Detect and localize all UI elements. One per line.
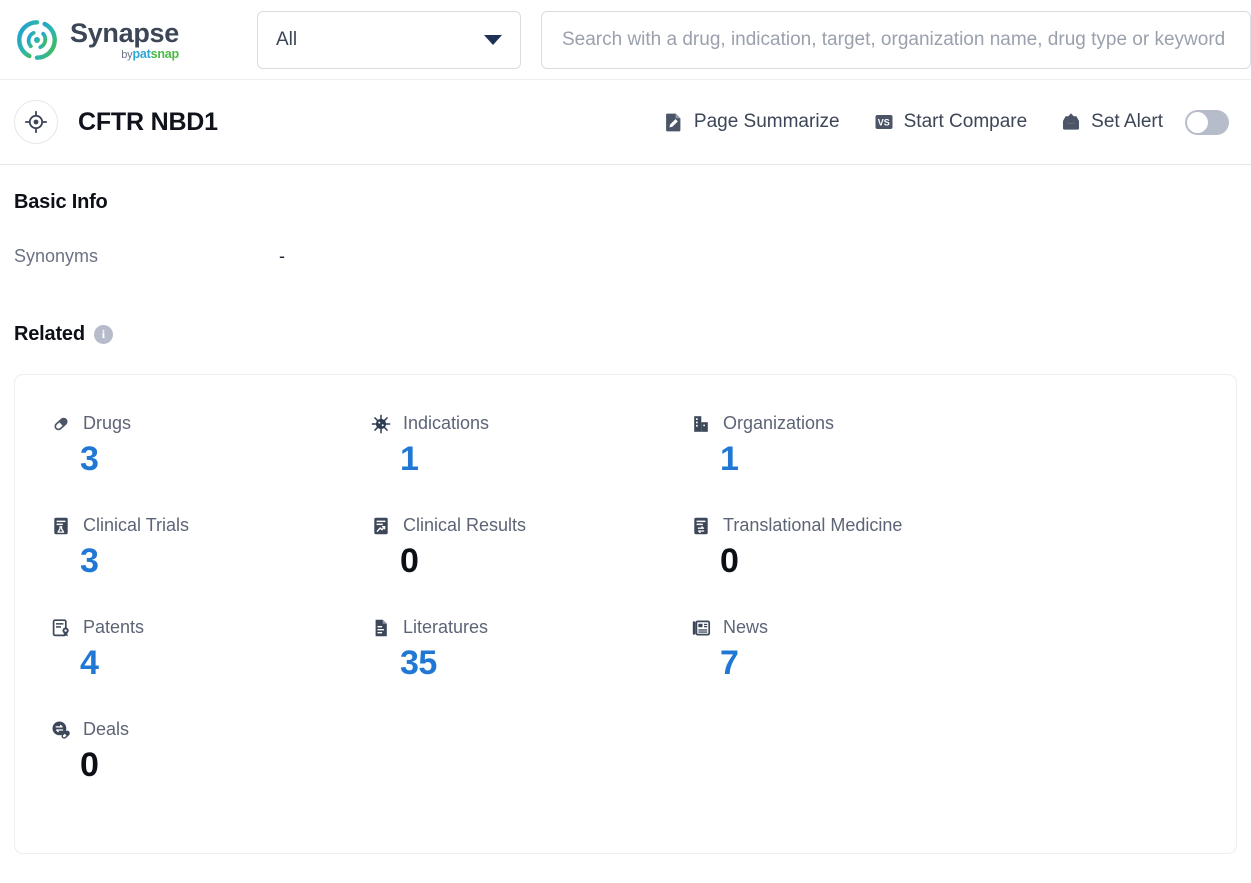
synonyms-label: Synonyms — [14, 246, 99, 266]
related-stats-grid: Drugs 3 Indications 1 Organizations 1 Cl… — [51, 413, 1236, 821]
entity-header: CFTR NBD1 Page Summarize VS Start Compar… — [0, 80, 1251, 165]
clipboard-exchange-icon — [691, 516, 711, 536]
set-alert-toggle-group[interactable]: Set Alert — [1061, 109, 1229, 135]
info-icon[interactable]: i — [93, 325, 113, 344]
stat-deals-head: Deals — [51, 719, 371, 740]
stat-patents[interactable]: Patents 4 — [51, 617, 371, 719]
stat-indications-head: Indications — [371, 413, 691, 434]
stat-translational-medicine[interactable]: Translational Medicine 0 — [691, 515, 1236, 617]
stat-clinical-trials-label: Clinical Trials — [83, 515, 190, 535]
literature-doc-icon — [371, 618, 391, 638]
stat-news-head: News — [691, 617, 1236, 638]
related-title-text: Related — [14, 323, 85, 345]
news-paper-icon — [691, 618, 711, 638]
stat-drugs-value: 3 — [80, 440, 99, 478]
stat-drugs[interactable]: Drugs 3 — [51, 413, 371, 515]
building-icon — [691, 414, 711, 434]
toggle-knob — [1187, 111, 1208, 133]
stat-clinical-trials-value: 3 — [80, 542, 99, 580]
stat-indications[interactable]: Indications 1 — [371, 413, 691, 515]
stat-literatures-label: Literatures — [403, 617, 489, 637]
stat-clinical-results-label: Clinical Results — [403, 515, 527, 535]
stat-deals-label: Deals — [83, 719, 130, 739]
set-alert-toggle[interactable] — [1185, 109, 1229, 135]
stat-patents-value: 4 — [80, 644, 99, 682]
page-summarize-button[interactable]: Page Summarize — [664, 111, 840, 133]
stat-indications-label: Indications — [403, 413, 490, 433]
clipboard-flask-icon — [51, 516, 71, 536]
stat-news-label: News — [723, 617, 769, 637]
search-input[interactable] — [559, 27, 1232, 52]
brand-logo-group[interactable]: Synapse bypatsnap — [14, 17, 179, 63]
document-pencil-icon — [664, 112, 684, 132]
brand-wordmark: Synapse bypatsnap — [70, 18, 179, 61]
stat-patents-head: Patents — [51, 617, 371, 638]
stat-clinical-trials-head: Clinical Trials — [51, 515, 371, 536]
search-scope-value: All — [275, 28, 298, 50]
patent-seal-icon — [51, 618, 71, 638]
vs-badge-icon: VS — [874, 112, 894, 132]
page-title: CFTR NBD1 — [78, 107, 218, 136]
clipboard-chart-icon — [371, 516, 391, 536]
stat-patents-label: Patents — [83, 617, 145, 637]
chevron-down-icon — [483, 34, 502, 45]
search-box[interactable] — [540, 10, 1251, 69]
search-scope-select[interactable]: All — [256, 10, 521, 69]
brand-subtitle: bypatsnap — [70, 48, 179, 61]
synonyms-row: Synonyms - — [14, 246, 1237, 267]
stat-clinical-trials[interactable]: Clinical Trials 3 — [51, 515, 371, 617]
stat-clinical-results[interactable]: Clinical Results 0 — [371, 515, 691, 617]
related-title: Related i — [14, 323, 1237, 346]
stat-clinical-results-value: 0 — [400, 542, 419, 580]
synonyms-value: - — [279, 246, 285, 266]
stat-literatures-value: 35 — [400, 644, 437, 682]
pill-capsule-icon — [51, 414, 71, 434]
basic-info-title-text: Basic Info — [14, 191, 108, 213]
stat-literatures[interactable]: Literatures 35 — [371, 617, 691, 719]
brand-name: Synapse — [70, 18, 179, 48]
stat-deals[interactable]: Deals 0 — [51, 719, 371, 821]
stat-indications-value: 1 — [400, 440, 419, 478]
top-search-bar: Synapse bypatsnap All — [0, 0, 1251, 80]
stat-translational-medicine-label: Translational Medicine — [723, 515, 903, 535]
start-compare-label: Start Compare — [903, 111, 1028, 132]
stat-organizations-head: Organizations — [691, 413, 1236, 434]
stat-organizations[interactable]: Organizations 1 — [691, 413, 1236, 515]
related-card: Drugs 3 Indications 1 Organizations 1 Cl… — [14, 374, 1237, 854]
stat-translational-medicine-head: Translational Medicine — [691, 515, 1236, 536]
page-content: Basic Info Synonyms - Related i Drugs 3 … — [0, 165, 1251, 854]
stat-translational-medicine-value: 0 — [720, 542, 739, 580]
stat-clinical-results-head: Clinical Results — [371, 515, 691, 536]
target-crosshair-icon — [14, 100, 58, 144]
virus-icon — [371, 414, 391, 434]
stat-drugs-head: Drugs — [51, 413, 371, 434]
set-alert-label: Set Alert — [1091, 111, 1163, 132]
brand-snap: snap — [150, 47, 180, 61]
entity-action-group: Page Summarize VS Start Compare Set Aler… — [664, 109, 1229, 135]
deal-exchange-icon — [51, 720, 71, 740]
page-summarize-label: Page Summarize — [693, 111, 840, 132]
synapse-circle-logo-icon — [14, 17, 60, 63]
inbox-up-arrow-icon — [1061, 112, 1081, 132]
start-compare-button[interactable]: VS Start Compare — [874, 111, 1028, 133]
brand-by: by — [121, 49, 133, 61]
stat-deals-value: 0 — [80, 746, 99, 784]
stat-organizations-label: Organizations — [723, 413, 835, 433]
stat-organizations-value: 1 — [720, 440, 739, 478]
stat-news-value: 7 — [720, 644, 739, 682]
stat-drugs-label: Drugs — [83, 413, 132, 433]
stat-literatures-head: Literatures — [371, 617, 691, 638]
basic-info-title: Basic Info — [14, 191, 1237, 214]
brand-pat: pat — [132, 47, 151, 61]
stat-news[interactable]: News 7 — [691, 617, 1236, 719]
svg-text:VS: VS — [877, 118, 889, 128]
